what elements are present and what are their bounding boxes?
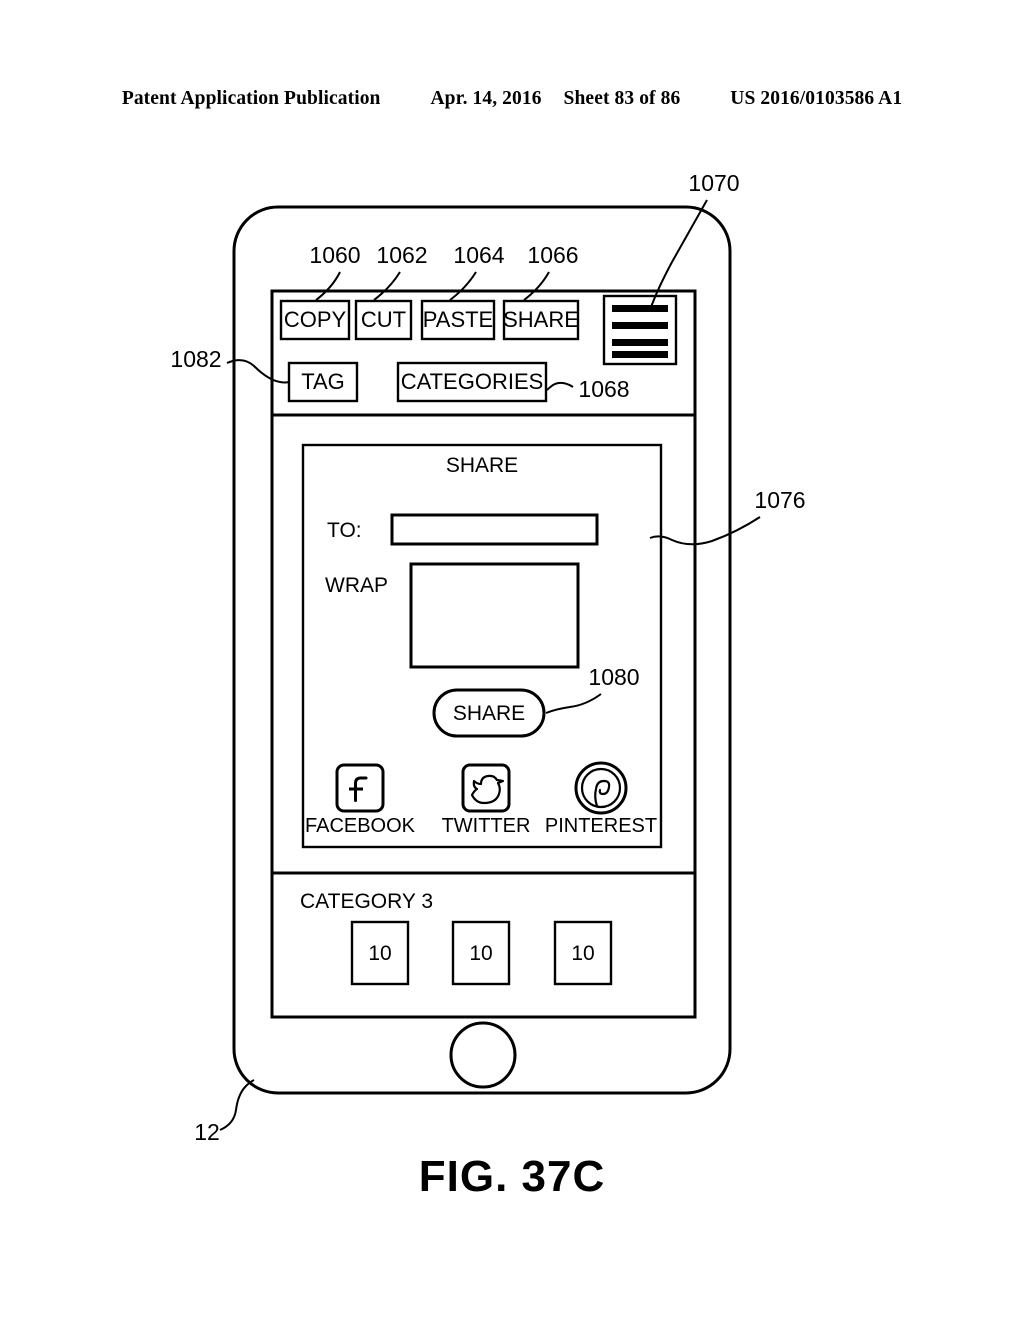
toolbar-button-copy[interactable]: COPY	[279, 299, 351, 341]
category-section-title: CATEGORY 3	[300, 890, 433, 913]
share-submit-button-label: SHARE	[453, 702, 525, 725]
hamburger-menu-icon[interactable]	[602, 294, 678, 366]
facebook-icon	[335, 763, 385, 813]
ref-label-1064: 1064	[453, 242, 504, 268]
figure-caption: FIG. 37C	[418, 1152, 606, 1201]
share-to-label: TO:	[327, 519, 362, 542]
toolbar-button-tag-label: TAG	[301, 369, 345, 394]
toolbar-button-cut-label: CUT	[361, 307, 406, 332]
category-item-1[interactable]: 10	[350, 920, 410, 986]
toolbar-button-share[interactable]: SHARE	[502, 299, 580, 341]
category-item-1-label: 10	[368, 942, 391, 965]
toolbar-button-categories-label: CATEGORIES	[401, 369, 544, 394]
twitter-share-label: TWITTER	[442, 815, 531, 837]
share-submit-button[interactable]: SHARE	[432, 688, 546, 738]
pinterest-icon	[574, 761, 628, 815]
toolbar-button-categories[interactable]: CATEGORIES	[396, 361, 548, 403]
share-to-input[interactable]	[390, 513, 599, 546]
twitter-icon	[461, 763, 511, 813]
home-button[interactable]	[449, 1021, 517, 1089]
category-item-2[interactable]: 10	[451, 920, 511, 986]
ref-label-1066: 1066	[527, 242, 578, 268]
share-wrap-label: WRAP	[325, 574, 388, 597]
ref-label-1060: 1060	[309, 242, 360, 268]
toolbar-button-cut[interactable]: CUT	[354, 299, 413, 341]
ref-label-1082: 1082	[170, 346, 221, 372]
toolbar-button-paste-label: PASTE	[423, 307, 494, 332]
ref-label-1068: 1068	[578, 376, 629, 402]
pinterest-share-label: PINTEREST	[545, 815, 657, 837]
ref-label-1076: 1076	[754, 487, 805, 513]
share-wrap-textarea[interactable]	[409, 562, 580, 669]
category-item-3[interactable]: 10	[553, 920, 613, 986]
share-dialog-title: SHARE	[446, 454, 518, 477]
ref-label-12: 12	[194, 1119, 220, 1145]
facebook-share-label: FACEBOOK	[305, 815, 416, 837]
ref-label-1080: 1080	[588, 664, 639, 690]
patent-figure-drawing: COPY CUT PASTE SHARE TAG CATEGORIES SHAR…	[170, 170, 805, 1145]
toolbar-button-copy-label: COPY	[284, 307, 347, 332]
ref-label-1062: 1062	[376, 242, 427, 268]
toolbar-button-tag[interactable]: TAG	[287, 361, 359, 403]
category-item-2-label: 10	[469, 942, 492, 965]
toolbar-button-paste[interactable]: PASTE	[420, 299, 496, 341]
ref-label-1070: 1070	[688, 170, 739, 196]
category-item-3-label: 10	[571, 942, 594, 965]
toolbar-button-share-label: SHARE	[503, 307, 579, 332]
